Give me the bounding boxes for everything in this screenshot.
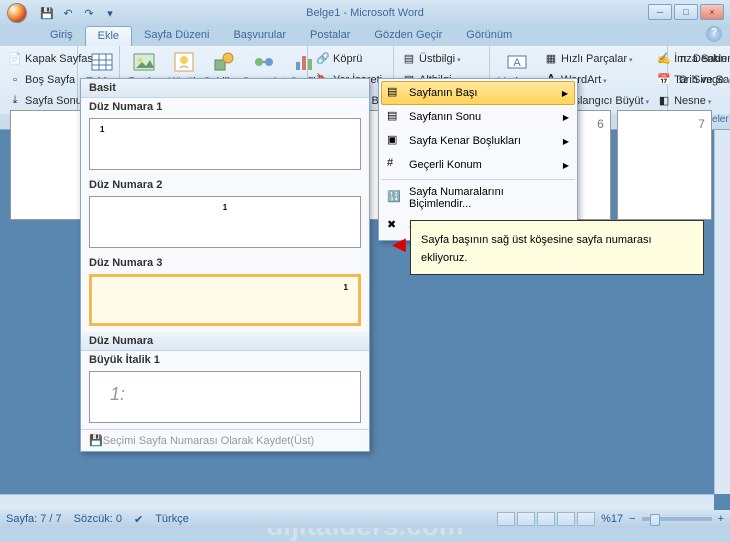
undo-icon[interactable]: ↶ [59, 4, 77, 22]
clipart-icon [172, 50, 196, 74]
remove-icon: ✖ [387, 218, 403, 234]
tab-giris[interactable]: Giriş [38, 26, 85, 46]
submenu-format-page-numbers[interactable]: 🔢Sayfa Numaralarını Biçimlendir... [381, 182, 575, 214]
horizontal-scrollbar[interactable] [0, 494, 714, 510]
gallery-section-basit: Basit [81, 79, 369, 98]
current-pos-icon: # [387, 157, 403, 173]
status-words[interactable]: Sözcük: 0 [74, 513, 122, 525]
title-bar: 💾 ↶ ↷ ▾ Belge1 - Microsoft Word ─ □ × [0, 0, 730, 26]
format-icon: 🔢 [387, 190, 403, 206]
gallery-item-duz-numara-2[interactable]: 1 [89, 196, 361, 248]
view-print-layout[interactable] [497, 512, 515, 526]
tab-gozden-gecir[interactable]: Gözden Geçir [362, 26, 454, 46]
minimize-button[interactable]: ─ [648, 4, 672, 20]
page-break-icon: ⤓ [8, 94, 22, 108]
submenu-bottom-of-page[interactable]: ▤Sayfanın Sonu▶ [381, 105, 575, 129]
hyperlink-icon: 🔗 [316, 52, 330, 66]
submenu-current-position[interactable]: #Geçerli Konum▶ [381, 153, 575, 177]
smartart-icon [252, 50, 276, 74]
textbox-icon: A [505, 50, 529, 74]
page-number-gallery: Basit Düz Numara 1 1 Düz Numara 2 1 Düz … [80, 78, 370, 452]
status-page[interactable]: Sayfa: 7 / 7 [6, 513, 62, 525]
submenu-top-of-page[interactable]: ▤Sayfanın Başı▶ [381, 81, 575, 105]
status-bar: Sayfa: 7 / 7 Sözcük: 0 ✔ Türkçe %17 − + [0, 510, 730, 528]
quick-access-toolbar: 💾 ↶ ↷ ▾ [38, 4, 119, 22]
submenu-page-margins[interactable]: ▣Sayfa Kenar Boşlukları▶ [381, 129, 575, 153]
view-outline[interactable] [557, 512, 575, 526]
view-web-layout[interactable] [537, 512, 555, 526]
denklem-button[interactable]: πDenklem [672, 48, 730, 69]
chevron-right-icon: ▶ [563, 113, 569, 122]
quickparts-icon: ▦ [544, 52, 558, 66]
office-logo-icon [7, 3, 27, 23]
hizli-parcalar-button[interactable]: ▦Hızlı Parçalar [540, 48, 653, 69]
bottom-of-page-icon: ▤ [387, 109, 403, 125]
status-language[interactable]: Türkçe [155, 513, 189, 525]
tab-basvurular[interactable]: Başvurular [221, 26, 298, 46]
shapes-icon [212, 50, 236, 74]
gallery-item-duz-numara-3[interactable]: 1 [89, 274, 361, 326]
status-proofing-icon[interactable]: ✔ [134, 513, 143, 526]
simge-button[interactable]: ΩSimge [672, 69, 730, 90]
gallery-item-label: Büyük İtalik 1 [81, 351, 369, 369]
gallery-save-selection[interactable]: 💾Seçimi Sayfa Numarası Olarak Kaydet(Üst… [81, 430, 369, 451]
zoom-slider[interactable] [642, 517, 712, 521]
save-icon[interactable]: 💾 [38, 4, 56, 22]
chevron-right-icon: ▶ [563, 161, 569, 170]
gallery-section-duz-numara: Düz Numara [81, 332, 369, 351]
gallery-item-label: Düz Numara 2 [81, 176, 369, 194]
svg-text:A: A [513, 57, 521, 69]
header-icon: ▤ [402, 52, 416, 66]
close-button[interactable]: × [700, 4, 724, 20]
view-full-screen[interactable] [517, 512, 535, 526]
page-number-submenu: ▤Sayfanın Başı▶ ▤Sayfanın Sonu▶ ▣Sayfa K… [378, 78, 578, 241]
equation-icon: π [676, 52, 690, 66]
callout-arrow-icon: ◀ [392, 234, 406, 255]
maximize-button[interactable]: □ [674, 4, 698, 20]
page-thumb[interactable]: 7 [617, 110, 712, 220]
cover-page-icon: 📄 [8, 52, 22, 66]
ustbilgi-button[interactable]: ▤Üstbilgi [398, 48, 485, 69]
qat-more-icon[interactable]: ▾ [101, 4, 119, 22]
zoom-out-button[interactable]: − [629, 513, 635, 525]
save-selection-icon: 💾 [89, 434, 103, 447]
tab-sayfa-duzeni[interactable]: Sayfa Düzeni [132, 26, 221, 46]
office-button[interactable] [0, 0, 34, 26]
tab-ekle[interactable]: Ekle [85, 26, 132, 46]
annotation-callout: Sayfa başının sağ üst köşesine sayfa num… [410, 220, 704, 275]
blank-page-icon: ▫ [8, 73, 22, 87]
gallery-item-duz-numara-1[interactable]: 1 [89, 118, 361, 170]
picture-icon [132, 50, 156, 74]
table-icon [90, 50, 114, 74]
window-title: Belge1 - Microsoft Word [306, 7, 424, 19]
help-icon[interactable]: ? [706, 26, 722, 42]
tab-gorunum[interactable]: Görünüm [454, 26, 524, 46]
ribbon-tabs: Giriş Ekle Sayfa Düzeni Başvurular Posta… [0, 26, 730, 46]
margins-icon: ▣ [387, 133, 403, 149]
zoom-in-button[interactable]: + [718, 513, 724, 525]
tab-postalar[interactable]: Postalar [298, 26, 362, 46]
chevron-right-icon: ▶ [563, 137, 569, 146]
redo-icon[interactable]: ↷ [80, 4, 98, 22]
view-draft[interactable] [577, 512, 595, 526]
top-of-page-icon: ▤ [387, 85, 403, 101]
symbol-icon: Ω [676, 73, 690, 87]
zoom-level[interactable]: %17 [601, 513, 623, 525]
gallery-item-label: Düz Numara 1 [81, 98, 369, 116]
chevron-right-icon: ▶ [562, 89, 568, 98]
vertical-scrollbar[interactable] [714, 130, 730, 494]
gallery-item-buyuk-italik-1[interactable]: 1: [89, 371, 361, 423]
gallery-item-label: Düz Numara 3 [81, 254, 369, 272]
